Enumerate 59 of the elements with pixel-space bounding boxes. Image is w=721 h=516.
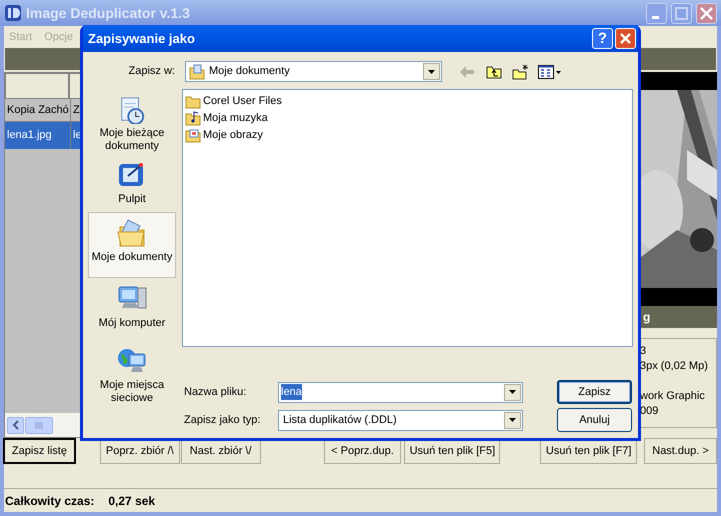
status-value: 0,27 sek [108,492,156,510]
grip-icon [34,422,44,428]
place-item[interactable]: Moje miejsca sieciowe [88,340,176,410]
folder-icon [185,94,201,108]
maximize-icon [675,6,688,20]
table-cell: lena1.jpg [5,122,71,149]
column-header[interactable]: Kopia Zachó [5,99,71,122]
music-folder-icon [185,110,201,126]
scroll-thumb[interactable] [25,416,53,434]
field-label: Zapisz w: [128,64,175,80]
field-label: Zapisz jako typ: [183,412,262,428]
info-text: 009 [640,404,660,419]
view-menu-icon [538,64,562,78]
place-item[interactable]: Moje dokumenty [88,212,176,278]
dropdown-button[interactable] [504,412,521,428]
file-type-dropdown[interactable]: Lista duplikatów (.DDL) [278,410,523,430]
place-item[interactable]: Moje bieżące dokumenty [88,90,176,154]
place-label: Mój komputer [98,317,166,330]
place-label: Moje dokumenty [90,251,174,264]
place-item[interactable]: Pulpit [88,154,176,212]
file-item[interactable]: Corel User Files [185,93,282,109]
new-folder-icon [512,64,529,80]
place-label: Moje bieżące dokumenty [98,127,166,153]
dropdown-button[interactable] [504,384,521,400]
up-folder-icon [486,64,502,79]
dialog-button[interactable]: Zapisz [557,380,632,404]
close-icon [620,33,631,44]
status-label: Całkowity czas: [5,492,94,510]
pictures-folder-icon [185,128,201,142]
app-logo-icon [4,4,22,22]
file-item[interactable]: Moje obrazy [185,127,263,143]
image-caption: g [643,309,650,326]
info-text: work Graphic [640,389,706,404]
place-item[interactable]: Mój komputer [88,278,176,340]
dropdown-button[interactable] [423,63,440,80]
chevron-left-icon [12,420,20,430]
dialog-button[interactable]: Anuluj [557,408,632,432]
file-item[interactable]: Moja muzyka [185,110,268,126]
help-button[interactable]: ? [592,28,613,49]
minimize-icon [652,16,658,18]
documents-folder-icon [189,64,205,80]
push-button[interactable]: Zapisz listę [3,438,76,464]
field-label: Nazwa pliku: [183,384,248,400]
close-icon [700,6,713,20]
scroll-left-button[interactable] [7,416,24,434]
place-label: Moje miejsca sieciowe [98,379,166,405]
save-in-dropdown[interactable]: Moje dokumenty [185,61,442,82]
file-name-field[interactable]: lena [278,382,523,402]
window-title: Image Deduplicator v.1.3 [26,4,191,23]
dialog-title: Zapisywanie jako [88,30,196,48]
info-text: 3px (0,02 Mp) [640,359,709,374]
back-arrow-icon [459,64,475,78]
info-text: 3 [640,344,648,359]
caret-down-icon [509,418,516,422]
close-button[interactable] [696,2,717,24]
push-button[interactable]: Nast.dup. > [644,438,717,464]
caret-down-icon [509,390,516,394]
place-label: Pulpit [117,193,147,206]
minimize-button[interactable] [646,2,667,24]
